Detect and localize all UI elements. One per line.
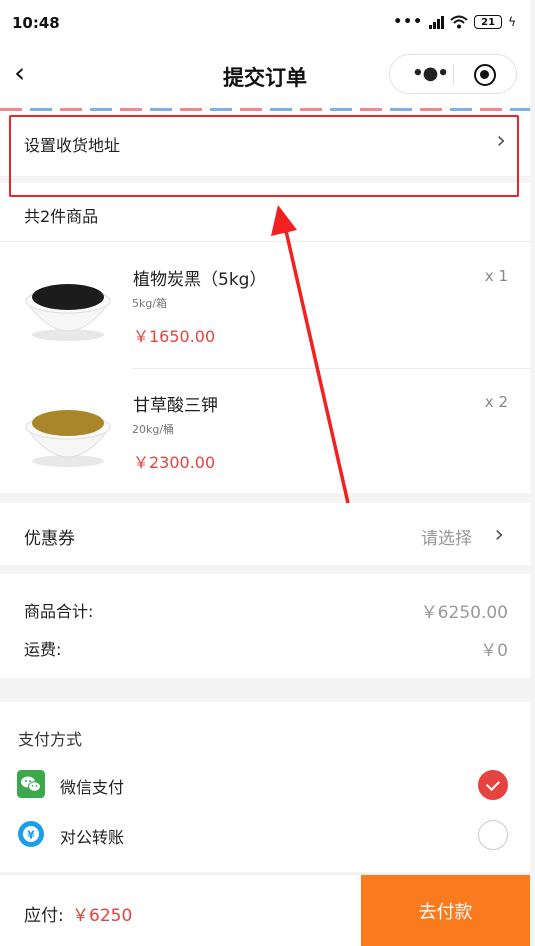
more-dots-icon: ••• (393, 14, 424, 30)
item-spec: 5kg/箱 (132, 297, 168, 310)
more-icon[interactable]: •●• (410, 63, 450, 85)
amount-due-label: 应付: (24, 906, 64, 926)
goods-item[interactable]: 植物炭黑（5kg） 5kg/箱 ￥1650.00 x 1 (0, 243, 530, 369)
radio-unchecked-icon[interactable] (478, 820, 508, 850)
wifi-icon (450, 15, 468, 29)
charging-icon: ϟ (508, 15, 516, 29)
order-totals: 商品合计: ￥6250.00 运费: ￥0 (0, 574, 530, 678)
signal-icon (429, 15, 445, 29)
goods-count: 共2件商品 (24, 207, 99, 226)
goods-item[interactable]: 甘草酸三钾 20kg/桶 ￥2300.00 x 2 (0, 369, 530, 495)
shipping-value: ￥0 (480, 641, 508, 661)
address-label: 设置收货地址 (24, 136, 121, 155)
pay-button[interactable]: 去付款 (361, 875, 530, 946)
goods-section: 共2件商品 植物炭黑（5kg） 5kg/箱 ￥1650.00 x 1 甘草酸三钾 (0, 183, 530, 493)
address-selector[interactable]: 设置收货地址 › (0, 104, 530, 176)
status-bar: 10:48 ••• 21 ϟ (0, 0, 530, 48)
coupon-label: 优惠券 (24, 529, 75, 549)
item-quantity: x 2 (484, 393, 508, 411)
amount-due-value: ￥6250 (72, 906, 133, 926)
radio-checked-icon[interactable] (478, 770, 508, 800)
product-image (25, 410, 111, 467)
item-price: ￥2300.00 (133, 453, 216, 472)
divider (0, 241, 530, 242)
wechat-pay-icon (17, 770, 45, 798)
item-price: ￥1650.00 (133, 327, 216, 346)
close-target-icon[interactable] (474, 64, 496, 86)
shipping-label: 运费: (24, 640, 62, 659)
payment-title: 支付方式 (18, 730, 83, 749)
miniprogram-capsule: •●• (389, 54, 517, 94)
checkout-bar: 应付: ￥6250 去付款 (0, 874, 530, 946)
payment-option-label: 微信支付 (60, 778, 125, 797)
chevron-right-icon: › (496, 126, 506, 154)
product-image (25, 284, 111, 341)
order-screen: 10:48 ••• 21 ϟ ‹ 提交订单 •●• 设置收货地址 › 共2件商品… (0, 0, 530, 946)
capsule-divider (453, 64, 454, 86)
subtotal-value: ￥6250.00 (420, 603, 508, 623)
payment-option-label: 对公转账 (60, 828, 125, 847)
status-icons: ••• 21 ϟ (393, 14, 516, 30)
payment-option-transfer[interactable]: ¥ 对公转账 (0, 810, 530, 860)
transfer-icon: ¥ (18, 821, 44, 847)
item-name: 甘草酸三钾 (133, 396, 218, 416)
status-time: 10:48 (12, 14, 60, 32)
coupon-selector[interactable]: 优惠券 请选择 › (0, 503, 530, 565)
item-name: 植物炭黑（5kg） (133, 270, 267, 290)
chevron-right-icon: › (494, 520, 504, 548)
item-spec: 20kg/桶 (132, 423, 175, 436)
svg-text:¥: ¥ (27, 829, 35, 842)
coupon-hint: 请选择 (421, 529, 472, 549)
payment-option-wechat[interactable]: 微信支付 (0, 760, 530, 810)
nav-bar: ‹ 提交订单 •●• (0, 48, 530, 104)
payment-section: 支付方式 微信支付 ¥ 对公转账 (0, 702, 530, 872)
subtotal-label: 商品合计: (24, 602, 94, 621)
envelope-stripe (0, 108, 530, 111)
battery-icon: 21 (474, 15, 503, 29)
item-quantity: x 1 (484, 267, 508, 285)
